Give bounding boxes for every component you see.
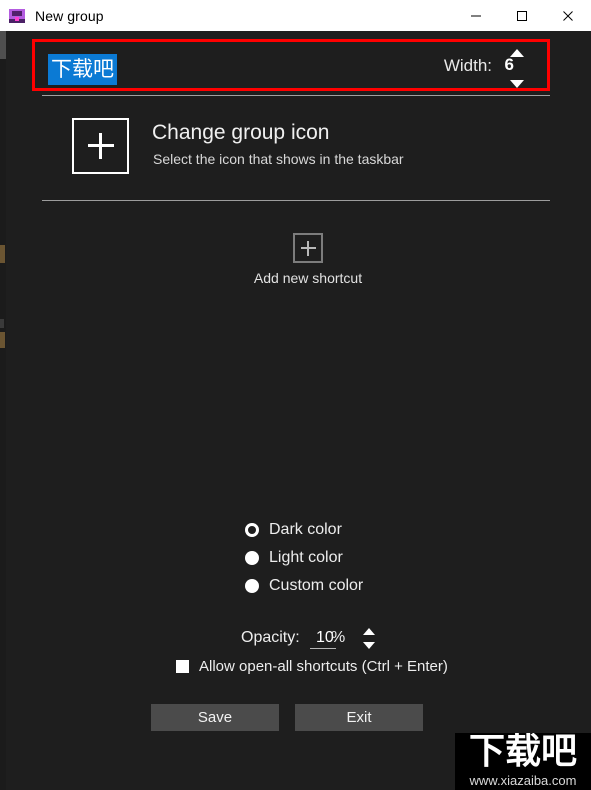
opacity-row: Opacity: 10 %	[0, 625, 591, 655]
change-group-icon-row[interactable]: Change group icon Select the icon that s…	[72, 118, 492, 176]
radio-label-custom-color: Custom color	[269, 577, 364, 594]
maximize-button[interactable]	[499, 0, 545, 31]
opacity-spinner[interactable]	[360, 625, 378, 653]
watermark: 下载吧 www.xiazaiba.com	[455, 733, 591, 790]
window-title: New group	[35, 7, 104, 24]
spinner-down-icon[interactable]	[360, 640, 378, 651]
change-group-icon-subtitle: Select the icon that shows in the taskba…	[153, 151, 404, 167]
save-button[interactable]: Save	[151, 704, 279, 731]
spinner-up-icon[interactable]	[360, 626, 378, 637]
close-button[interactable]	[545, 0, 591, 31]
spinner-up-icon[interactable]	[507, 46, 527, 59]
opacity-unit: %	[331, 629, 346, 646]
width-label: Width:	[443, 56, 492, 75]
add-shortcut-box[interactable]	[293, 233, 323, 263]
radio-option-dark-color[interactable]: Dark color	[0, 516, 591, 544]
plus-icon	[87, 133, 114, 159]
section-divider	[42, 200, 550, 201]
radio-custom-color-icon[interactable]	[245, 579, 259, 593]
watermark-url: www.xiazaiba.com	[469, 773, 577, 788]
window-content: 下载吧 Width: 6 Change group icon Select th…	[0, 31, 591, 790]
change-group-icon-title: Change group icon	[152, 121, 330, 144]
plus-icon	[300, 240, 316, 256]
caption-buttons	[453, 0, 591, 31]
scrollbar-marker	[0, 319, 4, 328]
radio-label-dark-color: Dark color	[269, 521, 342, 538]
spinner-down-icon[interactable]	[507, 77, 527, 90]
radio-option-custom-color[interactable]: Custom color	[0, 572, 591, 600]
watermark-logo: 下载吧	[468, 733, 577, 772]
group-name-row-highlight: 下载吧 Width: 6	[32, 39, 550, 91]
maximize-icon	[516, 10, 528, 22]
close-icon	[562, 10, 574, 22]
allow-open-all-label: Allow open-all shortcuts (Ctrl + Enter)	[199, 658, 448, 675]
new-group-window: New group 下载吧 Width: 6 Change group icon…	[0, 0, 591, 790]
opacity-label: Opacity:	[241, 629, 300, 646]
color-options-group: Dark color Light color Custom color	[0, 516, 591, 600]
app-monitor-icon	[9, 8, 25, 24]
left-scrollbar[interactable]	[0, 31, 6, 790]
radio-option-light-color[interactable]: Light color	[0, 544, 591, 572]
allow-open-all-row[interactable]: Allow open-all shortcuts (Ctrl + Enter)	[176, 658, 448, 675]
minimize-button[interactable]	[453, 0, 499, 31]
group-name-input[interactable]: 下载吧	[48, 54, 117, 85]
allow-open-all-checkbox[interactable]	[176, 660, 189, 673]
group-name-underline	[42, 95, 550, 96]
width-spinner[interactable]	[507, 46, 527, 90]
footer-buttons: Save Exit	[151, 704, 423, 731]
add-new-shortcut-label: Add new shortcut	[253, 270, 363, 286]
radio-light-color-icon[interactable]	[245, 551, 259, 565]
minimize-icon	[470, 10, 482, 22]
scrollbar-thumb[interactable]	[0, 31, 6, 59]
radio-label-light-color: Light color	[269, 549, 343, 566]
exit-button[interactable]: Exit	[295, 704, 423, 731]
scrollbar-marker	[0, 332, 5, 348]
title-bar: New group	[0, 0, 591, 31]
scrollbar-marker	[0, 245, 5, 263]
group-icon-button[interactable]	[72, 118, 129, 174]
add-new-shortcut-button[interactable]: Add new shortcut	[253, 233, 363, 286]
radio-dark-color-icon[interactable]	[245, 523, 259, 537]
